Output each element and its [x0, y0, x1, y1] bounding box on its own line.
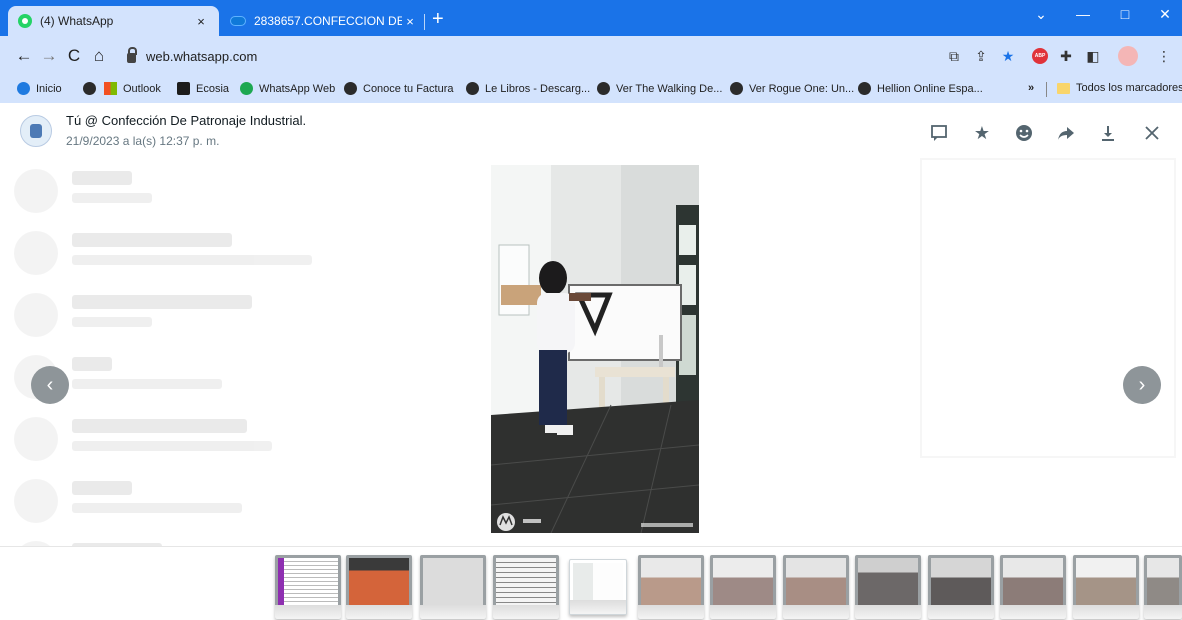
edge-icon — [17, 82, 30, 95]
reply-icon[interactable] — [927, 121, 951, 145]
globe-icon — [344, 82, 357, 95]
address-bar[interactable]: web.whatsapp.com — [113, 40, 870, 72]
next-media-button[interactable]: › — [1123, 366, 1161, 404]
tab-whatsapp[interactable]: (4) WhatsApp × — [8, 6, 219, 36]
media-thumbnail-selected[interactable] — [569, 559, 627, 615]
download-icon[interactable] — [1096, 121, 1120, 145]
media-thumbnail[interactable] — [346, 555, 412, 619]
all-bookmarks-folder[interactable]: Todos los marcadores — [1057, 82, 1182, 94]
install-app-icon[interactable]: ⧉ — [945, 48, 963, 65]
whatsapp-icon — [18, 14, 32, 28]
cloud-icon — [230, 16, 246, 26]
bookmark-item[interactable]: Ecosia — [177, 82, 229, 95]
bookmarks-divider — [1046, 82, 1047, 97]
message-timestamp: 21/9/2023 a la(s) 12:37 p. m. — [66, 134, 220, 148]
side-panel-icon[interactable]: ◧ — [1084, 48, 1102, 65]
globe-icon — [858, 82, 871, 95]
tab-title: 2838657.CONFECCION DE SHOF — [254, 14, 402, 28]
bookmarks-overflow-button[interactable]: » — [1028, 82, 1034, 94]
media-thumbnail[interactable] — [928, 555, 994, 619]
bookmark-item[interactable]: Inicio — [17, 82, 62, 95]
media-thumbnail[interactable] — [420, 555, 486, 619]
previous-media-button[interactable]: ‹ — [31, 366, 69, 404]
bookmark-item[interactable]: WhatsApp Web — [240, 82, 335, 95]
sender-name: Tú @ Confección De Patronaje Industrial. — [66, 113, 307, 128]
back-button[interactable]: ← — [13, 46, 35, 66]
media-thumbnail[interactable] — [638, 555, 704, 619]
sender-avatar — [20, 115, 52, 147]
media-thumbnail[interactable] — [1000, 555, 1066, 619]
media-thumbnail[interactable] — [275, 555, 341, 619]
tab-title: (4) WhatsApp — [40, 14, 114, 28]
globe-icon — [730, 82, 743, 95]
list-item — [14, 287, 354, 345]
bookmarks-bar: Inicio Outlook Ecosia WhatsApp Web Conoc… — [0, 76, 1182, 103]
media-thumbnail[interactable] — [783, 555, 849, 619]
microsoft-icon — [104, 82, 117, 95]
close-window-button[interactable]: ✕ — [1148, 6, 1182, 23]
bookmark-item[interactable]: Ver The Walking De... — [597, 82, 722, 95]
bookmark-star-icon[interactable]: ★ — [999, 48, 1017, 65]
bookmark-item[interactable]: Outlook — [104, 82, 161, 95]
tab-close-icon[interactable]: × — [193, 14, 209, 29]
whatsapp-icon — [240, 82, 253, 95]
media-image — [491, 165, 699, 533]
restore-button[interactable]: □ — [1108, 6, 1142, 22]
forward-button[interactable]: → — [38, 46, 60, 66]
bookmark-item[interactable] — [83, 82, 102, 95]
emoji-icon[interactable] — [1012, 121, 1036, 145]
lock-icon — [127, 47, 137, 63]
media-thumbnail[interactable] — [710, 555, 776, 619]
share-icon[interactable]: ⇪ — [972, 48, 990, 65]
bookmark-item[interactable]: Ver Rogue One: Un... — [730, 82, 854, 95]
globe-icon — [597, 82, 610, 95]
background-panel — [920, 158, 1176, 458]
tab-strip: (4) WhatsApp × 2838657.CONFECCION DE SHO… — [0, 0, 1182, 36]
home-button[interactable]: ⌂ — [88, 46, 110, 66]
tab-search-icon[interactable]: ⌄ — [1024, 6, 1058, 23]
ecosia-icon — [177, 82, 190, 95]
folder-icon — [1057, 82, 1070, 94]
bookmark-item[interactable]: Le Libros - Descarg... — [466, 82, 590, 95]
menu-icon[interactable]: ⋮ — [1155, 48, 1173, 65]
browser-window: (4) WhatsApp × 2838657.CONFECCION DE SHO… — [0, 0, 1182, 620]
profile-avatar[interactable] — [1118, 46, 1138, 66]
reload-button[interactable]: C — [63, 46, 85, 66]
forward-icon[interactable] — [1054, 121, 1078, 145]
list-item — [14, 411, 354, 469]
close-icon[interactable] — [1140, 121, 1164, 145]
bookmark-item[interactable]: Hellion Online Espa... — [858, 82, 983, 95]
globe-icon — [83, 82, 96, 95]
thumbnail-strip — [0, 546, 1182, 620]
extensions-icon[interactable]: ✚ — [1057, 48, 1075, 65]
bookmark-item[interactable]: Conoce tu Factura — [344, 82, 454, 95]
minimize-button[interactable]: — — [1066, 6, 1100, 22]
list-item — [14, 225, 354, 283]
media-thumbnail[interactable] — [1144, 555, 1182, 619]
url-text: web.whatsapp.com — [146, 48, 258, 64]
media-thumbnail[interactable] — [1073, 555, 1139, 619]
browser-toolbar: ← → C ⌂ web.whatsapp.com ⧉ ⇪ ★ ABP ✚ ◧ ⋮ — [0, 36, 1182, 76]
tab-confeccion[interactable]: 2838657.CONFECCION DE SHOF × — [220, 6, 428, 36]
tab-close-icon[interactable]: × — [402, 14, 418, 29]
media-viewer: Tú @ Confección De Patronaje Industrial.… — [0, 103, 1182, 620]
list-item — [14, 163, 354, 221]
adblock-icon[interactable]: ABP — [1032, 48, 1048, 64]
media-thumbnail[interactable] — [855, 555, 921, 619]
globe-icon — [466, 82, 479, 95]
star-icon[interactable]: ★ — [970, 121, 994, 145]
list-item — [14, 473, 354, 531]
new-tab-button[interactable]: + — [432, 9, 444, 29]
tab-divider — [424, 14, 425, 30]
media-thumbnail[interactable] — [493, 555, 559, 619]
